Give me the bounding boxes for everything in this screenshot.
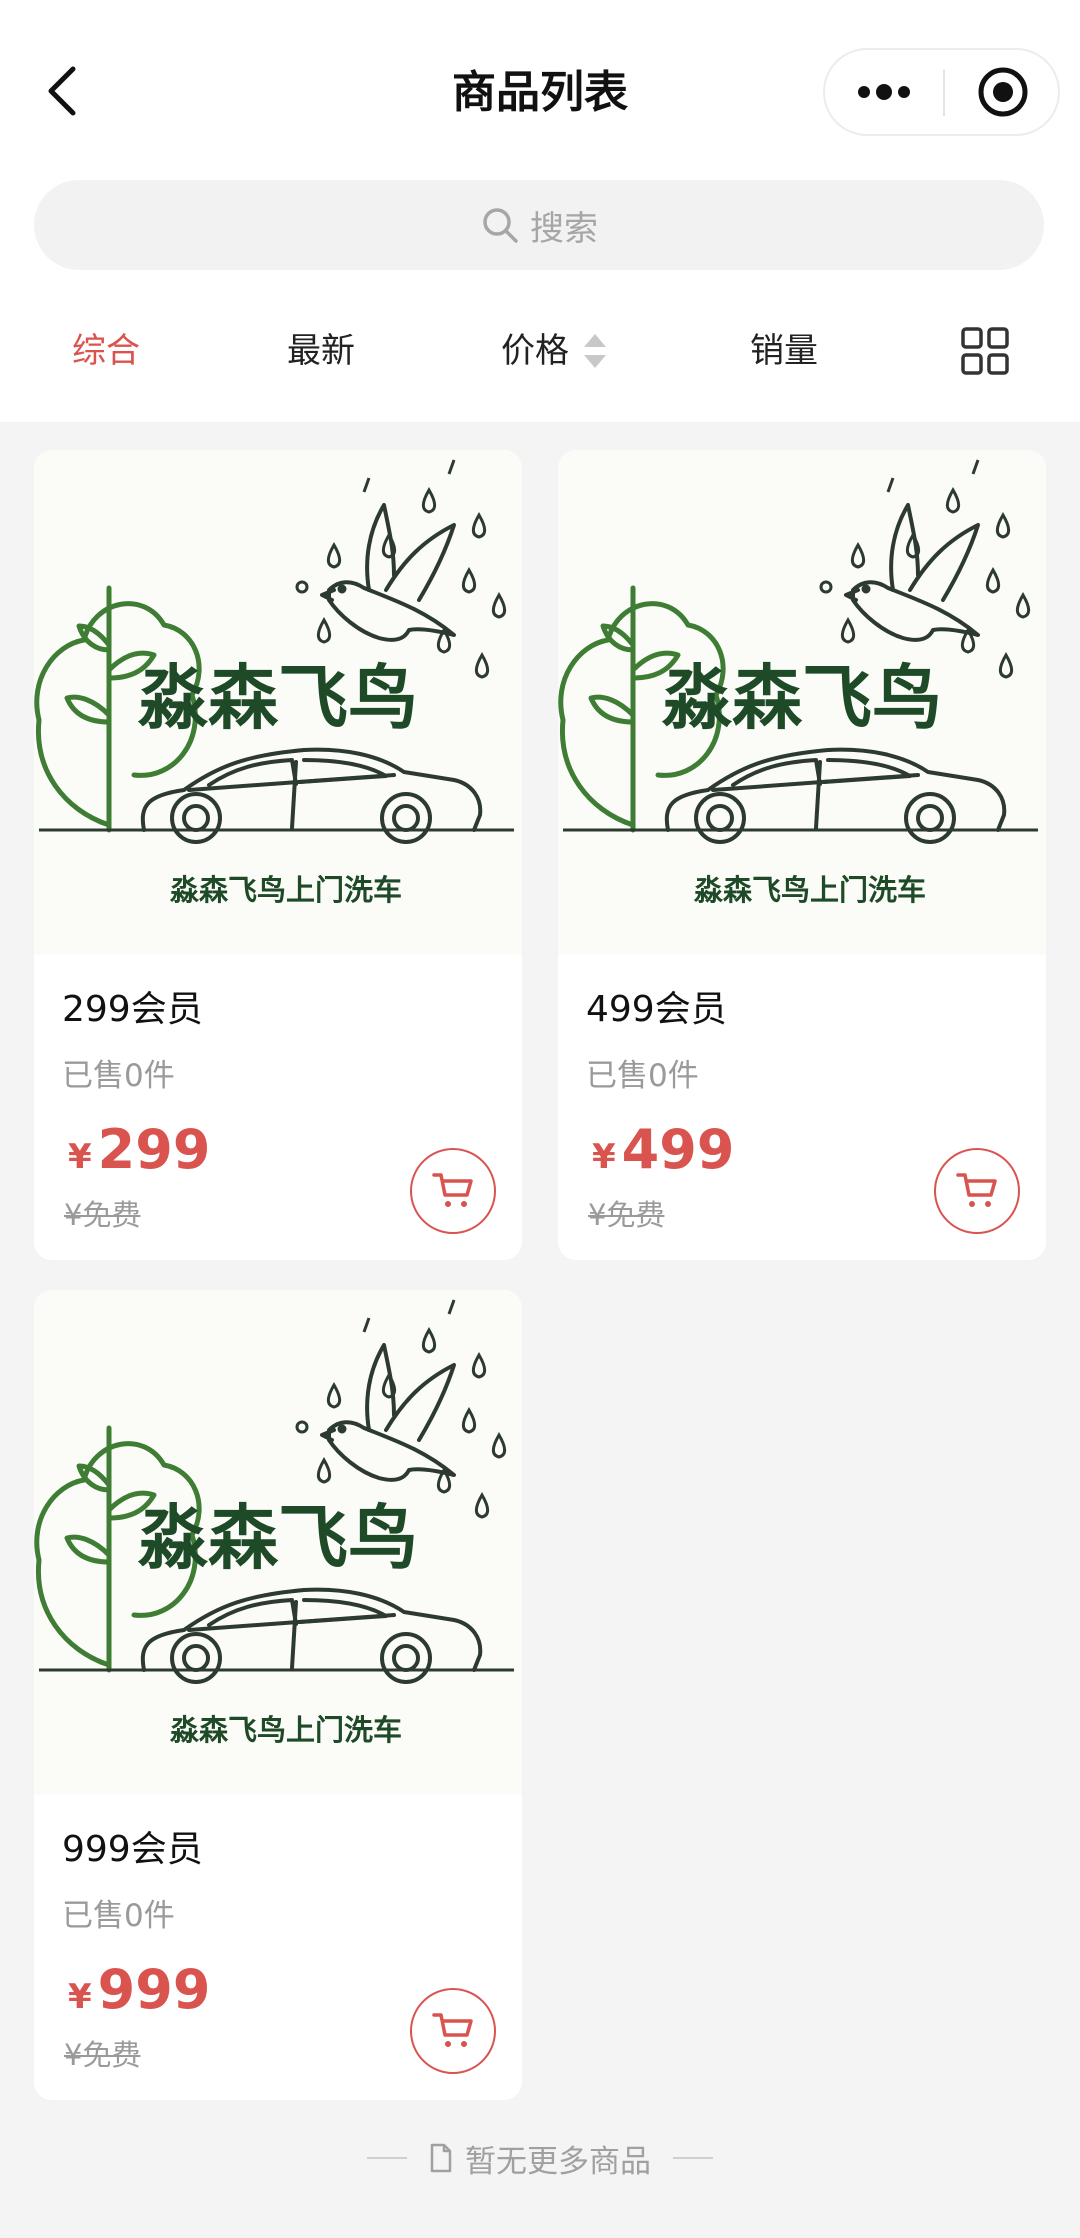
cart-icon (956, 1173, 997, 1207)
product-image[interactable]: 淼森飞鸟 淼森飞鸟上门洗车 (34, 1290, 522, 1795)
product-sold-count: 已售0件 (586, 1058, 699, 1094)
currency-symbol: ¥ (592, 1137, 616, 1177)
divider-line (673, 2157, 713, 2159)
product-original-price: ¥免费 (64, 1198, 141, 1232)
target-circle-icon (978, 67, 1027, 117)
product-image[interactable]: 淼森飞鸟 淼森飞鸟上门洗车 (34, 450, 522, 955)
grid-view-icon[interactable] (960, 326, 1010, 376)
mini-program-capsule (823, 48, 1060, 136)
product-original-price: ¥免费 (64, 2038, 141, 2072)
sort-tab-newest[interactable]: 最新 (287, 316, 355, 386)
cart-icon (432, 2013, 473, 2047)
product-name[interactable]: 499会员 (586, 980, 727, 1032)
product-card[interactable]: 淼森飞鸟 淼森飞鸟上门洗车 299会员 已售0件 ¥299 ¥免费 (34, 450, 522, 1260)
image-caption: 淼森飞鸟上门洗车 (693, 873, 926, 907)
sort-tab-comprehensive[interactable]: 综合 (72, 316, 140, 386)
product-image[interactable]: 淼森飞鸟 淼森飞鸟上门洗车 (558, 450, 1046, 955)
product-card[interactable]: 淼森飞鸟 淼森飞鸟上门洗车 999会员 已售0件 ¥999 ¥免费 (34, 1290, 522, 2100)
product-price: ¥299 (68, 1118, 210, 1181)
more-button[interactable] (825, 50, 943, 134)
add-to-cart-button[interactable] (934, 1148, 1020, 1234)
cart-icon (432, 1173, 473, 1207)
price-value: 299 (97, 1118, 211, 1181)
price-value: 999 (97, 1958, 211, 2021)
product-sold-count: 已售0件 (62, 1898, 175, 1934)
sort-tab-price[interactable]: 价格 (501, 316, 569, 386)
image-caption: 淼森飞鸟上门洗车 (169, 873, 402, 907)
image-brand-title: 淼森飞鸟 (661, 657, 942, 739)
price-value: 499 (621, 1118, 735, 1181)
image-brand-title: 淼森飞鸟 (137, 657, 418, 739)
product-original-price: ¥免费 (588, 1198, 665, 1232)
image-brand-title: 淼森飞鸟 (137, 1497, 418, 1579)
car-illustration (664, 747, 1007, 844)
search-bar[interactable]: 搜索 (34, 180, 1044, 270)
more-dots-icon (858, 84, 910, 100)
list-end-indicator: 暂无更多商品 (0, 2128, 1080, 2188)
product-sold-count: 已售0件 (62, 1058, 175, 1094)
currency-symbol: ¥ (68, 1137, 92, 1177)
product-name[interactable]: 999会员 (62, 1820, 203, 1872)
image-caption: 淼森飞鸟上门洗车 (169, 1713, 402, 1747)
search-icon (483, 208, 518, 243)
document-icon (430, 2143, 452, 2173)
bird-illustration (320, 503, 456, 642)
product-price: ¥499 (592, 1118, 734, 1181)
divider-line (367, 2157, 407, 2159)
car-illustration (140, 1587, 483, 1684)
product-name[interactable]: 299会员 (62, 980, 203, 1032)
header-area: 商品列表 搜索 综合 最新 价格 销量 (0, 0, 1080, 422)
sort-arrows-icon (584, 334, 606, 368)
product-price: ¥999 (68, 1958, 210, 2021)
add-to-cart-button[interactable] (410, 1988, 496, 2074)
search-placeholder: 搜索 (530, 208, 598, 249)
bird-illustration (844, 503, 980, 642)
bird-illustration (320, 1343, 456, 1482)
product-card[interactable]: 淼森飞鸟 淼森飞鸟上门洗车 499会员 已售0件 ¥499 ¥免费 (558, 450, 1046, 1260)
close-mini-program-button[interactable] (945, 50, 1060, 134)
add-to-cart-button[interactable] (410, 1148, 496, 1234)
sort-tab-sales[interactable]: 销量 (750, 316, 818, 386)
currency-symbol: ¥ (68, 1977, 92, 2017)
car-illustration (140, 747, 483, 844)
footer-text: 暂无更多商品 (465, 2143, 651, 2180)
